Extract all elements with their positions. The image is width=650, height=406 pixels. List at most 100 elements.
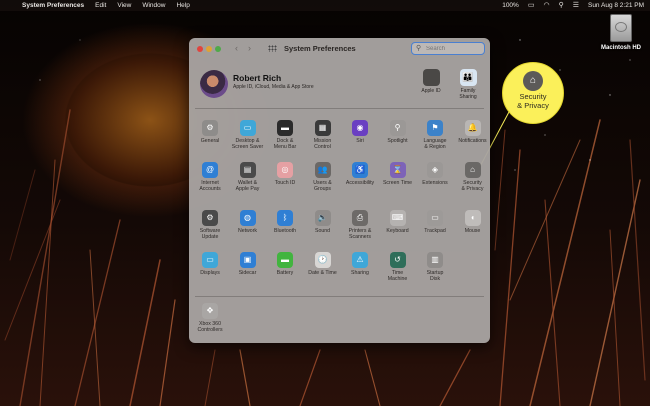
pref-label: Siri xyxy=(356,138,364,144)
wifi-icon[interactable]: ◠ xyxy=(543,0,549,11)
pref-keyboard[interactable]: ⌨ Keyboard xyxy=(379,210,417,234)
battery-percent[interactable]: 100% xyxy=(502,0,519,11)
pref-sharing[interactable]: ⚠ Sharing xyxy=(341,252,379,276)
pref-security-privacy[interactable]: ⌂ Security & Privacy xyxy=(454,162,491,192)
mission-control-icon: ▦ xyxy=(314,120,331,136)
minimize-window-button[interactable] xyxy=(206,46,212,52)
menu-bar: System Preferences Edit View Window Help… xyxy=(0,0,650,11)
pref-time-machine[interactable]: ↺ Time Machine xyxy=(379,252,417,282)
menu-edit[interactable]: Edit xyxy=(95,0,106,11)
pref-displays[interactable]: ▭ Displays xyxy=(191,252,229,276)
window-titlebar: ‹ › System Preferences ⚲ xyxy=(189,38,490,60)
apple-id-label: Apple ID xyxy=(421,88,441,94)
callout-label: Security & Privacy xyxy=(517,92,549,110)
xbox-controller-icon: ✥ xyxy=(202,303,218,319)
apple-id-pref[interactable]: Apple ID xyxy=(413,69,449,94)
pref-label: Wallet & Apple Pay xyxy=(235,180,260,192)
pref-startup-disk[interactable]: ▥ Startup Disk xyxy=(416,252,454,282)
pref-label: Dock & Menu Bar xyxy=(273,138,297,150)
pref-label: General xyxy=(200,138,220,144)
pref-label: Startup Disk xyxy=(426,270,444,282)
pref-label: Bluetooth xyxy=(274,228,296,234)
printer-icon: ⎙ xyxy=(352,210,368,226)
pref-mouse[interactable]: ◖ Mouse xyxy=(454,210,491,234)
wallet-icon: ▤ xyxy=(239,162,256,178)
pref-battery[interactable]: ▬ Battery xyxy=(266,252,304,276)
pref-label: Extensions xyxy=(422,180,448,186)
pref-wallet-apple-pay[interactable]: ▤ Wallet & Apple Pay xyxy=(229,162,267,192)
desktop-disk[interactable]: Macintosh HD xyxy=(598,14,644,51)
pref-bluetooth[interactable]: ᛒ Bluetooth xyxy=(266,210,304,234)
pref-touch-id[interactable]: ◎ Touch ID xyxy=(266,162,304,186)
hourglass-icon: ⌛ xyxy=(389,162,406,178)
mouse-icon: ◖ xyxy=(464,210,481,226)
pref-printers-scanners[interactable]: ⎙ Printers & Scanners xyxy=(341,210,379,240)
show-all-grid-icon[interactable] xyxy=(268,45,277,52)
menu-help[interactable]: Help xyxy=(176,0,189,11)
notifications-icon: 🔔 xyxy=(464,120,481,136)
avatar[interactable] xyxy=(200,70,228,98)
bluetooth-icon: ᛒ xyxy=(277,210,293,226)
pref-siri[interactable]: ◉ Siri xyxy=(341,120,379,144)
pref-spotlight[interactable]: ⚲ Spotlight xyxy=(379,120,417,144)
pref-language-region[interactable]: ⚑ Language & Region xyxy=(416,120,454,150)
family-sharing-pref[interactable]: 👪 Family Sharing xyxy=(450,69,486,100)
pref-dock-menu-bar[interactable]: ▬ Dock & Menu Bar xyxy=(266,120,304,150)
pref-network[interactable]: ◍ Network xyxy=(229,210,267,234)
pref-notifications[interactable]: 🔔 Notifications xyxy=(454,120,491,144)
menu-app-name[interactable]: System Preferences xyxy=(22,0,84,11)
spotlight-menu-icon[interactable]: ⚲ xyxy=(559,0,564,11)
fullscreen-window-button[interactable] xyxy=(215,46,221,52)
pref-label: Time Machine xyxy=(387,270,408,282)
display-icon: ▭ xyxy=(202,252,218,268)
globe-flag-icon: ⚑ xyxy=(427,120,443,136)
menu-clock[interactable]: Sun Aug 8 2:21 PM xyxy=(588,0,644,11)
pref-label: Mouse xyxy=(464,228,481,234)
pref-label: Printers & Scanners xyxy=(348,228,372,240)
pref-mission-control[interactable]: ▦ Mission Control xyxy=(304,120,342,150)
speaker-icon: 🔈 xyxy=(314,210,331,226)
back-chevron-icon[interactable]: ‹ xyxy=(235,43,238,53)
family-icon: 👪 xyxy=(459,69,477,86)
trackpad-icon: ▭ xyxy=(427,210,443,226)
pref-xbox-360-controllers[interactable]: ✥ Xbox 360 Controllers xyxy=(191,303,229,333)
pref-software-update[interactable]: ⚙ Software Update xyxy=(191,210,229,240)
pref-label: Sidecar xyxy=(238,270,257,276)
pref-internet-accounts[interactable]: @ Internet Accounts xyxy=(191,162,229,192)
security-privacy-callout: ⌂ Security & Privacy xyxy=(502,62,564,124)
close-window-button[interactable] xyxy=(197,46,203,52)
control-center-icon[interactable]: ☰ xyxy=(573,0,579,11)
menu-window[interactable]: Window xyxy=(142,0,165,11)
hard-drive-icon xyxy=(610,14,632,42)
pref-screen-time[interactable]: ⌛ Screen Time xyxy=(379,162,417,186)
account-subtitle: Apple ID, iCloud, Media & App Store xyxy=(233,84,314,90)
fingerprint-icon: ◎ xyxy=(277,162,293,178)
pref-date-time[interactable]: 🕑 Date & Time xyxy=(304,252,342,276)
menu-view[interactable]: View xyxy=(117,0,131,11)
pref-sidecar[interactable]: ▣ Sidecar xyxy=(229,252,267,276)
pref-trackpad[interactable]: ▭ Trackpad xyxy=(416,210,454,234)
pref-general[interactable]: ⚙ General xyxy=(191,120,229,144)
accessibility-icon: ♿ xyxy=(352,162,368,178)
pref-label: Displays xyxy=(200,270,220,276)
spotlight-icon: ⚲ xyxy=(389,120,406,136)
gear-update-icon: ⚙ xyxy=(202,210,218,226)
pref-label: Desktop & Screen Saver xyxy=(231,138,264,150)
pref-label: Software Update xyxy=(199,228,221,240)
house-lock-icon: ⌂ xyxy=(523,71,543,91)
pref-users-groups[interactable]: 👥 Users & Groups xyxy=(304,162,342,192)
system-preferences-window: ‹ › System Preferences ⚲ Robert Rich App… xyxy=(189,38,490,343)
pref-label: Xbox 360 Controllers xyxy=(197,321,223,333)
pref-label: Keyboard xyxy=(386,228,409,234)
forward-chevron-icon[interactable]: › xyxy=(248,43,251,53)
pref-label: Sound xyxy=(314,228,330,234)
pref-desktop-screen-saver[interactable]: ▭ Desktop & Screen Saver xyxy=(229,120,267,150)
pref-extensions[interactable]: ◈ Extensions xyxy=(416,162,454,186)
search-input[interactable] xyxy=(411,42,485,55)
pref-accessibility[interactable]: ♿ Accessibility xyxy=(341,162,379,186)
pref-label: Battery xyxy=(276,270,294,276)
battery-icon[interactable]: ▭ xyxy=(528,0,535,11)
general-icon: ⚙ xyxy=(202,120,218,136)
pref-sound[interactable]: 🔈 Sound xyxy=(304,210,342,234)
account-name[interactable]: Robert Rich xyxy=(233,73,281,83)
